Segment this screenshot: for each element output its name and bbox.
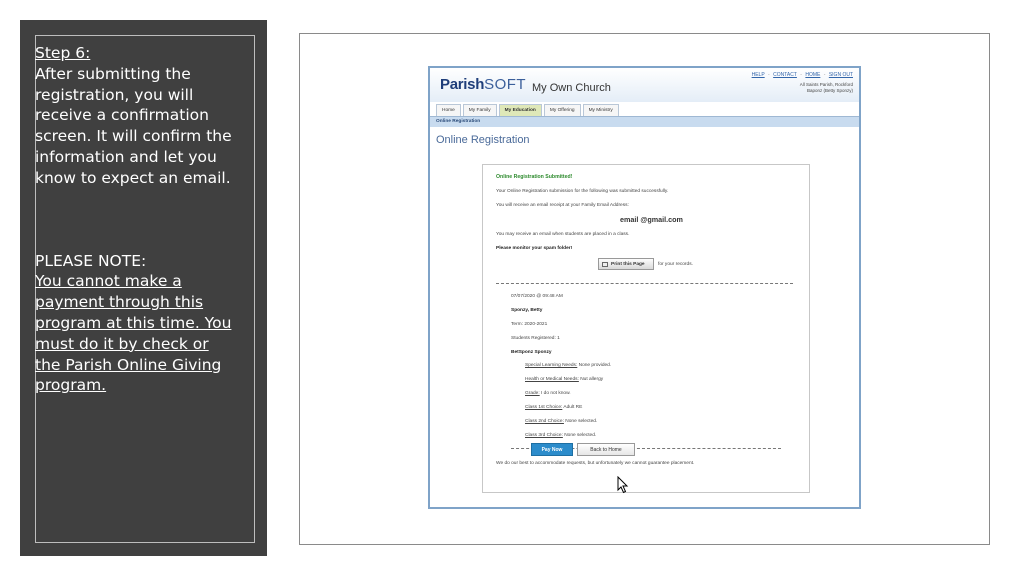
confirmation-line2: You will receive an email receipt at you… [496, 203, 629, 208]
instruction-text: Step 6: After submitting the registratio… [35, 43, 235, 396]
field-row: Grade: I do not know. [525, 391, 571, 396]
field-row: Health or Medical Needs: Nut allergy [525, 377, 603, 382]
help-link[interactable]: HELP [752, 72, 765, 78]
field-value: None selected. [564, 433, 597, 438]
students-registered: Students Registered: 1 [511, 336, 560, 341]
field-value: I do not know. [541, 391, 571, 396]
sub-navigation: Online Registration [430, 116, 859, 127]
print-button-label: Print this Page [611, 261, 645, 267]
logo-parish: Parish [440, 76, 485, 93]
field-value: None provided. [578, 363, 612, 368]
parish-info-line2: Baponz (Betty Sponzy) [806, 88, 853, 93]
student-name: BetSponz Sponzy [511, 350, 552, 355]
tab-my-offering[interactable]: My Offering [543, 104, 581, 116]
field-row: Class 3rd Choice: None selected. [525, 433, 596, 438]
field-value: None selected. [565, 419, 598, 424]
field-row: Class 2nd Choice: None selected. [525, 419, 597, 424]
field-value: Nut allergy [580, 377, 604, 382]
confirmation-line3: You may receive an email when students a… [496, 232, 630, 237]
field-row: Class 1st Choice: Adult RE [525, 405, 582, 410]
confirmation-line1: Your Online Registration submission for … [496, 189, 669, 194]
tab-my-family[interactable]: My Family [462, 104, 497, 116]
contact-link[interactable]: CONTACT [773, 72, 797, 78]
field-label: Health or Medical Needs: [525, 377, 579, 382]
field-row: Special Learning Needs: None provided. [525, 363, 611, 368]
page-title: Online Registration [436, 134, 530, 146]
tab-my-ministry[interactable]: My Ministry [582, 104, 619, 116]
top-links: HELP - CONTACT - HOME - SIGN OUT [751, 72, 853, 78]
field-value: Adult RE [563, 405, 583, 410]
field-label: Class 3rd Choice: [525, 433, 563, 438]
print-page-button[interactable]: Print this Page [598, 258, 654, 270]
field-label: Class 1st Choice: [525, 405, 563, 410]
footer-note: We do our best to accommodate requests, … [496, 461, 695, 466]
note-body: You cannot make a payment through this p… [35, 272, 232, 395]
home-link[interactable]: HOME [805, 72, 820, 78]
term: Term: 2020-2021 [511, 322, 548, 327]
field-label: Class 2nd Choice: [525, 419, 564, 424]
subnav-online-registration[interactable]: Online Registration [436, 119, 480, 124]
confirmation-line4: Please monitor your spam folder! [496, 246, 573, 251]
print-suffix: for your records. [658, 262, 693, 267]
main-tabs: Home My Family My Education My Offering … [436, 104, 621, 116]
parishsoft-window: ParishSOFT My Own Church HELP - CONTACT … [428, 66, 861, 509]
tab-my-education[interactable]: My Education [498, 104, 542, 116]
sign-out-link[interactable]: SIGN OUT [829, 72, 853, 78]
timestamp: 07/07/2020 @ 09:48 AM [511, 294, 563, 299]
parishsoft-logo: ParishSOFT [440, 76, 526, 93]
tab-home[interactable]: Home [436, 104, 461, 116]
logo-soft: SOFT [484, 76, 527, 93]
divider-top [496, 283, 793, 284]
parish-info: All Saints Parish, Rockford Baponz (Bett… [800, 82, 853, 94]
mouse-cursor-icon [617, 476, 629, 494]
confirmation-title: Online Registration Submitted! [496, 174, 573, 180]
back-to-home-button[interactable]: Back to Home [577, 443, 635, 456]
step-title: Step 6: [35, 44, 91, 62]
field-label: Grade: [525, 391, 540, 396]
field-label: Special Learning Needs: [525, 363, 578, 368]
church-name: My Own Church [532, 82, 611, 94]
confirmation-email: email @gmail.com [620, 215, 683, 224]
pay-now-button[interactable]: Pay Now [531, 443, 573, 456]
note-title: PLEASE NOTE: [35, 251, 147, 270]
registrant-name: Sponzy, Betty [511, 308, 543, 313]
printer-icon [602, 261, 608, 267]
app-header: ParishSOFT My Own Church HELP - CONTACT … [430, 68, 859, 102]
step-body: After submitting the registration, you w… [35, 64, 232, 187]
